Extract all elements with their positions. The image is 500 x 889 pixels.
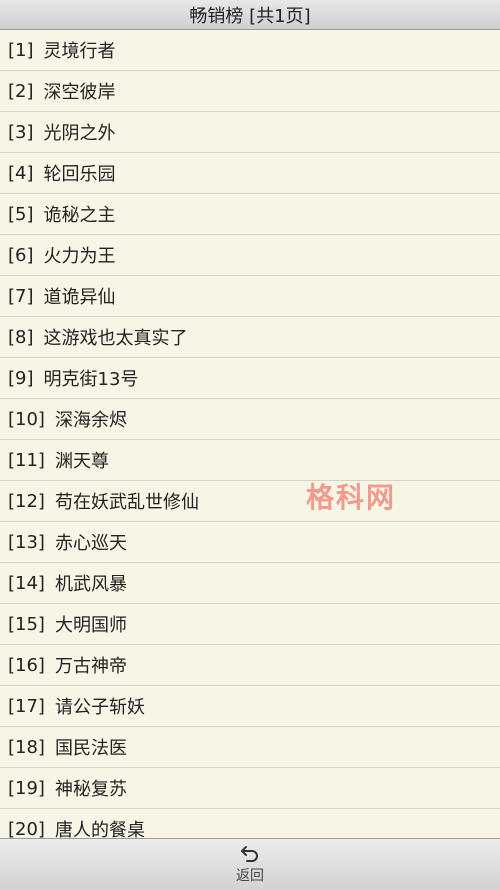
bestseller-list: [1] 灵境行者 [2] 深空彼岸 [3] 光阴之外 [4] 轮回乐园 [5] 诡秘之主 …: [0, 30, 500, 838]
item-rank: [20]: [8, 818, 45, 839]
item-title: 道诡异仙: [43, 287, 116, 308]
list-item[interactable]: [19] 神秘复苏: [0, 768, 500, 809]
list-item[interactable]: [4] 轮回乐园: [0, 153, 500, 194]
item-title: 请公子斩妖: [54, 697, 145, 718]
item-rank: [6]: [8, 244, 34, 266]
back-arrow-icon: [241, 846, 258, 862]
back-button[interactable]: 返回: [236, 839, 264, 889]
item-title: 诡秘之主: [43, 205, 116, 226]
bottom-bar: 返回: [0, 838, 500, 889]
list-item[interactable]: [16] 万古神帝: [0, 645, 500, 686]
item-rank: [11]: [8, 449, 45, 471]
item-rank: [8]: [8, 326, 34, 348]
item-rank: [4]: [8, 162, 34, 184]
page-title: 畅销榜 [共1页]: [189, 5, 311, 27]
item-rank: [17]: [8, 695, 45, 717]
list-item[interactable]: [12] 苟在妖武乱世修仙: [0, 481, 500, 522]
item-title: 机武风暴: [54, 574, 127, 595]
item-title: 明克街13号: [43, 369, 139, 390]
item-title: 万古神帝: [54, 656, 127, 677]
item-rank: [13]: [8, 531, 45, 553]
list-item[interactable]: [3] 光阴之外: [0, 112, 500, 153]
item-rank: [1]: [8, 39, 34, 61]
item-rank: [12]: [8, 490, 45, 512]
item-title: 唐人的餐桌: [54, 820, 145, 838]
item-rank: [14]: [8, 572, 45, 594]
list-item[interactable]: [8] 这游戏也太真实了: [0, 317, 500, 358]
item-rank: [19]: [8, 777, 45, 799]
list-item[interactable]: [11] 渊天尊: [0, 440, 500, 481]
list-item[interactable]: [18] 国民法医: [0, 727, 500, 768]
item-rank: [7]: [8, 285, 34, 307]
item-title: 轮回乐园: [43, 164, 116, 185]
item-title: 火力为王: [43, 246, 116, 267]
list-item[interactable]: [5] 诡秘之主: [0, 194, 500, 235]
list-item[interactable]: [13] 赤心巡天: [0, 522, 500, 563]
item-title: 神秘复苏: [54, 779, 127, 800]
list-item[interactable]: [9] 明克街13号: [0, 358, 500, 399]
list-item[interactable]: [20] 唐人的餐桌: [0, 809, 500, 839]
list-item[interactable]: [10] 深海余烬: [0, 399, 500, 440]
list-item[interactable]: [2] 深空彼岸: [0, 71, 500, 112]
item-rank: [16]: [8, 654, 45, 676]
list-item[interactable]: [15] 大明国师: [0, 604, 500, 645]
item-rank: [5]: [8, 203, 34, 225]
list-item[interactable]: [6] 火力为王: [0, 235, 500, 276]
list-item[interactable]: [17] 请公子斩妖: [0, 686, 500, 727]
item-rank: [10]: [8, 408, 45, 430]
item-rank: [15]: [8, 613, 45, 635]
item-title: 苟在妖武乱世修仙: [54, 492, 199, 513]
item-title: 这游戏也太真实了: [43, 328, 188, 349]
list-item[interactable]: [1] 灵境行者: [0, 30, 500, 71]
item-title: 灵境行者: [43, 41, 116, 62]
item-title: 国民法医: [54, 738, 127, 759]
item-title: 渊天尊: [54, 451, 109, 472]
item-rank: [18]: [8, 736, 45, 758]
item-title: 光阴之外: [43, 123, 116, 144]
item-title: 大明国师: [54, 615, 127, 636]
item-title: 赤心巡天: [54, 533, 127, 554]
back-label: 返回: [236, 868, 264, 884]
title-bar: 畅销榜 [共1页]: [0, 0, 500, 30]
list-item[interactable]: [7] 道诡异仙: [0, 276, 500, 317]
item-title: 深空彼岸: [43, 82, 116, 103]
item-title: 深海余烬: [54, 410, 127, 431]
item-rank: [9]: [8, 367, 34, 389]
item-rank: [3]: [8, 121, 34, 143]
item-rank: [2]: [8, 80, 34, 102]
list-item[interactable]: [14] 机武风暴: [0, 563, 500, 604]
